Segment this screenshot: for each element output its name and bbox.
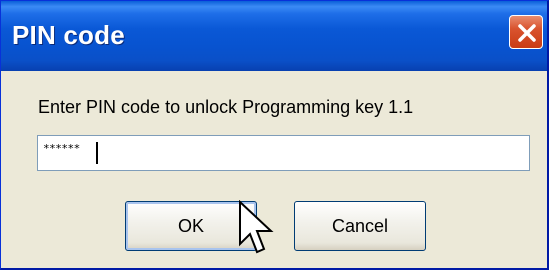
close-button[interactable] bbox=[509, 15, 543, 49]
mouse-pointer-icon bbox=[239, 200, 274, 254]
title-bar[interactable]: PIN code bbox=[1, 1, 547, 71]
pin-prompt-label: Enter PIN code to unlock Programming key… bbox=[38, 97, 414, 117]
cancel-button[interactable]: Cancel bbox=[294, 201, 426, 251]
text-caret bbox=[96, 142, 98, 164]
pin-code-input[interactable]: ****** bbox=[37, 135, 530, 171]
window-title: PIN code bbox=[12, 20, 125, 50]
pin-masked-value: ****** bbox=[43, 142, 80, 155]
close-icon bbox=[518, 24, 536, 42]
